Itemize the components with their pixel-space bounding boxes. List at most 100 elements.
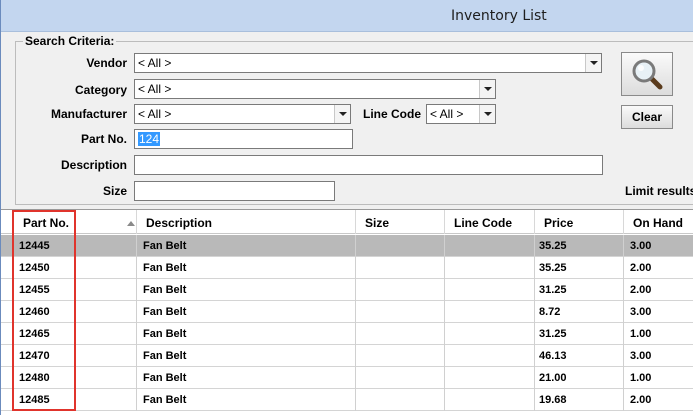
- table-row[interactable]: 12445 Fan Belt 35.25 3.00: [1, 235, 693, 257]
- inventory-list-window: Inventory List Search Criteria: Vendor <…: [0, 0, 693, 415]
- size-input[interactable]: [134, 181, 335, 201]
- cell-price: 46.13: [535, 345, 624, 367]
- cell-on-hand: 1.00: [630, 328, 652, 340]
- clear-button[interactable]: Clear: [621, 105, 673, 129]
- category-select[interactable]: < All >: [134, 79, 496, 99]
- description-label: Description: [60, 158, 127, 172]
- cell-part-no: 12470: [1, 345, 137, 367]
- cell-size: [356, 235, 445, 257]
- clear-button-label: Clear: [631, 110, 663, 124]
- search-button[interactable]: [621, 52, 673, 96]
- cell-part-no: 12485: [1, 389, 137, 411]
- cell-price: 35.25: [535, 235, 624, 257]
- sort-ascending-icon: [127, 221, 135, 226]
- cell-description: Fan Belt: [137, 235, 356, 257]
- cell-on-hand: 3.00: [630, 240, 652, 252]
- chevron-down-icon: [589, 61, 598, 65]
- cell-on-hand: 3.00: [630, 350, 652, 362]
- grid-header-row: Part No. Description Size Line Code Pric…: [1, 210, 693, 234]
- vendor-label: Vendor: [86, 56, 127, 70]
- table-row[interactable]: 12485 Fan Belt 19.68 2.00: [1, 389, 693, 411]
- cell-part-no: 12455: [1, 279, 137, 301]
- cell-on-hand: 2.00: [630, 284, 652, 296]
- cell-line-code: [445, 235, 535, 257]
- cell-line-code: [445, 345, 535, 367]
- line-code-label: Line Code: [362, 107, 421, 121]
- cell-size: [356, 389, 445, 411]
- window-title: Inventory List: [451, 8, 547, 24]
- cell-part-no: 12465: [1, 323, 137, 345]
- column-header-description[interactable]: Description: [137, 210, 356, 234]
- table-row[interactable]: 12465 Fan Belt 31.25 1.00: [1, 323, 693, 345]
- vendor-dropdown-button[interactable]: [585, 54, 601, 72]
- cell-description: Fan Belt: [137, 345, 356, 367]
- vendor-select[interactable]: < All >: [134, 53, 602, 73]
- title-bar: Inventory List: [1, 0, 693, 32]
- manufacturer-label: Manufacturer: [50, 107, 127, 121]
- cell-price: 35.25: [535, 257, 624, 279]
- manufacturer-select[interactable]: < All >: [134, 104, 351, 124]
- cell-size: [356, 323, 445, 345]
- column-header-line-code[interactable]: Line Code: [445, 210, 535, 234]
- cell-size: [356, 367, 445, 389]
- cell-line-code: [445, 389, 535, 411]
- cell-size: [356, 279, 445, 301]
- magnifier-icon: [632, 59, 663, 90]
- cell-price: 19.68: [535, 389, 624, 411]
- table-row[interactable]: 12460 Fan Belt 8.72 3.00: [1, 301, 693, 323]
- table-row[interactable]: 12470 Fan Belt 46.13 3.00: [1, 345, 693, 367]
- cell-description: Fan Belt: [137, 301, 356, 323]
- cell-size: [356, 301, 445, 323]
- line-code-value: < All >: [430, 107, 464, 121]
- cell-line-code: [445, 279, 535, 301]
- limit-results-label: Limit results: [625, 184, 693, 198]
- cell-description: Fan Belt: [137, 257, 356, 279]
- cell-line-code: [445, 257, 535, 279]
- cell-size: [356, 257, 445, 279]
- cell-on-hand: 1.00: [630, 372, 652, 384]
- cell-price: 31.25: [535, 279, 624, 301]
- cell-line-code: [445, 367, 535, 389]
- line-code-select[interactable]: < All >: [426, 104, 496, 124]
- manufacturer-dropdown-button[interactable]: [334, 105, 350, 123]
- cell-part-no: 12480: [1, 367, 137, 389]
- cell-line-code: [445, 301, 535, 323]
- cell-price: 21.00: [535, 367, 624, 389]
- cell-description: Fan Belt: [137, 367, 356, 389]
- column-header-on-hand[interactable]: On Hand: [624, 210, 693, 234]
- cell-line-code: [445, 323, 535, 345]
- cell-price: 31.25: [535, 323, 624, 345]
- cell-description: Fan Belt: [137, 279, 356, 301]
- cell-on-hand: 3.00: [630, 306, 652, 318]
- cell-description: Fan Belt: [137, 389, 356, 411]
- table-row[interactable]: 12455 Fan Belt 31.25 2.00: [1, 279, 693, 301]
- cell-part-no: 12450: [1, 257, 137, 279]
- size-label: Size: [102, 184, 127, 198]
- manufacturer-value: < All >: [138, 107, 172, 121]
- cell-on-hand: 2.00: [630, 262, 652, 274]
- category-label: Category: [74, 83, 127, 97]
- results-grid[interactable]: Part No. Description Size Line Code Pric…: [1, 209, 693, 415]
- table-row[interactable]: 12480 Fan Belt 21.00 1.00: [1, 367, 693, 389]
- category-value: < All >: [138, 82, 172, 96]
- cell-part-no: 12445: [1, 235, 137, 257]
- table-row[interactable]: 12450 Fan Belt 35.25 2.00: [1, 257, 693, 279]
- column-header-price[interactable]: Price: [535, 210, 624, 234]
- part-no-input[interactable]: 124: [134, 129, 353, 149]
- part-no-label: Part No.: [80, 132, 127, 146]
- line-code-dropdown-button[interactable]: [479, 105, 495, 123]
- column-header-size[interactable]: Size: [356, 210, 445, 234]
- cell-description: Fan Belt: [137, 323, 356, 345]
- cell-size: [356, 345, 445, 367]
- search-criteria-legend: Search Criteria:: [23, 34, 117, 48]
- column-header-part-no[interactable]: Part No.: [1, 210, 137, 234]
- cell-on-hand: 2.00: [630, 394, 652, 406]
- vendor-value: < All >: [138, 56, 172, 70]
- cell-part-no: 12460: [1, 301, 137, 323]
- cell-price: 8.72: [535, 301, 624, 323]
- chevron-down-icon: [483, 112, 492, 116]
- chevron-down-icon: [338, 112, 347, 116]
- category-dropdown-button[interactable]: [479, 80, 495, 98]
- description-input[interactable]: [134, 155, 603, 175]
- part-no-value: 124: [138, 132, 161, 146]
